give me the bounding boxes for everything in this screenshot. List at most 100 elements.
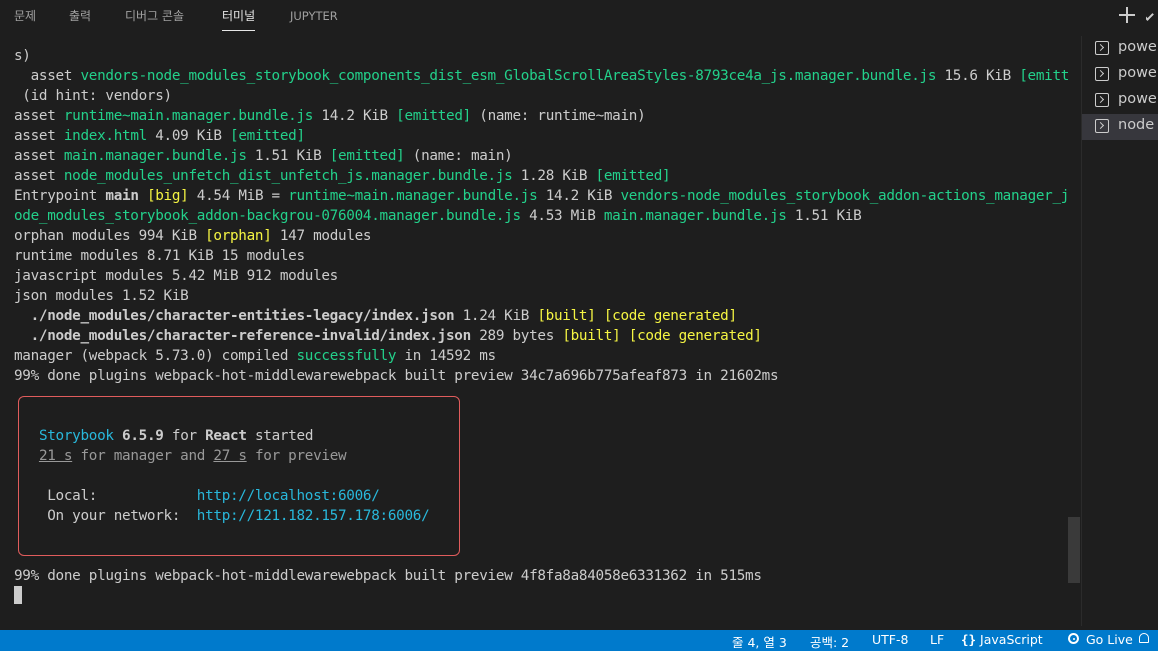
terminal-text: asset [14, 108, 64, 124]
terminal-line: ./node_modules/character-entities-legacy… [14, 306, 737, 326]
terminal-text: 4.09 KiB [146, 128, 231, 144]
terminal-text: 147 modules [271, 228, 372, 244]
terminal-text: main [105, 188, 139, 204]
terminal-line: asset node_modules_unfetch_dist_unfetch_… [14, 166, 671, 186]
terminal-icon [1095, 119, 1109, 133]
terminal-text: 99% done plugins webpack-hot-middlewarew… [14, 368, 779, 384]
terminal-line: manager (webpack 5.73.0) compiled succes… [14, 346, 496, 366]
terminal-text: (name: runtime~main) [470, 108, 646, 124]
terminal-line: ode_modules_storybook_addon-backgrou-076… [14, 206, 862, 226]
broadcast-icon [1068, 633, 1079, 644]
terminal-icon [1095, 41, 1109, 55]
terminal-text: [emitted] [595, 168, 671, 184]
terminal-cursor [14, 586, 22, 604]
terminal-text: 14.2 KiB [313, 108, 397, 124]
storybook-started-box [18, 396, 460, 556]
tab-problems[interactable]: 문제 [14, 0, 36, 34]
tab-output[interactable]: 출력 [69, 0, 91, 34]
terminal-line: s) [14, 46, 31, 66]
terminal-list-item[interactable]: power [1082, 88, 1158, 114]
terminal-text: (name: main) [404, 148, 513, 164]
terminal-line: asset vendors-node_modules_storybook_com… [14, 66, 1068, 86]
terminal-text: [code generated] [628, 328, 762, 344]
status-golive-label: Go Live [1086, 632, 1133, 647]
terminal-list-item-label: power [1118, 39, 1158, 55]
terminal-list-item[interactable]: power [1082, 36, 1158, 62]
terminal-text: json modules 1.52 KiB [14, 288, 189, 304]
terminal-text: 1.28 KiB [512, 168, 596, 184]
terminal-scrollbar[interactable] [1068, 517, 1080, 583]
terminal-text: Entrypoint [14, 188, 106, 204]
terminal-list-item-label: power [1118, 91, 1158, 107]
terminal-text: s) [14, 48, 31, 64]
terminal-text: manager (webpack 5.73.0) compiled [14, 348, 297, 364]
terminal-text: 1.24 KiB [454, 308, 538, 324]
terminal-list-item[interactable]: power [1082, 62, 1158, 88]
status-language-label: JavaScript [980, 632, 1043, 647]
status-indentation[interactable]: 공백: 2 [810, 632, 849, 651]
terminal-text: 4.54 MiB = [188, 188, 289, 204]
terminal-text: 1.51 KiB [786, 208, 862, 224]
tab-jupyter[interactable]: JUPYTER [290, 0, 338, 34]
new-terminal-plus-icon[interactable] [1116, 4, 1138, 26]
terminal-line: (id hint: vendors) [14, 86, 172, 106]
terminal-text: 1.51 KiB [246, 148, 330, 164]
terminal-text: [emitted] [1019, 68, 1068, 84]
terminal-text: main.manager.bundle.js [603, 208, 787, 224]
terminal-list: power power power node [1081, 36, 1158, 626]
tab-terminal[interactable]: 터미널 [222, 0, 256, 31]
terminal-line: runtime modules 8.71 KiB 15 modules [14, 246, 305, 266]
terminal-text: 4.53 MiB [520, 208, 604, 224]
status-cursor-position[interactable]: 줄 4, 열 3 [732, 632, 787, 651]
terminal-text: runtime~main.manager.bundle.js [288, 188, 538, 204]
terminal-text: in 14592 ms [396, 348, 496, 364]
tab-debug-console[interactable]: 디버그 콘솔 [125, 0, 184, 34]
terminal-text: javascript modules 5.42 MiB 912 modules [14, 268, 338, 284]
bell-icon[interactable] [1139, 633, 1149, 643]
status-eol[interactable]: LF [930, 632, 944, 647]
terminal-line: orphan modules 994 KiB [orphan] 147 modu… [14, 226, 372, 246]
terminal-line: json modules 1.52 KiB [14, 286, 189, 306]
terminal-text: 15.6 KiB [936, 68, 1020, 84]
terminal-list-item-label: power [1118, 65, 1158, 81]
terminal-line: asset index.html 4.09 KiB [emitted] [14, 126, 305, 146]
terminal-icon [1095, 93, 1109, 107]
terminal-line: ./node_modules/character-reference-inval… [14, 326, 762, 346]
terminal-text: ./node_modules/character-entities-legacy… [14, 308, 455, 324]
status-language[interactable]: {} JavaScript [961, 632, 1043, 647]
chevron-down-icon[interactable] [1146, 8, 1156, 22]
terminal-text: ode_modules_storybook_addon-backgrou-076… [14, 208, 521, 224]
terminal-line: 99% done plugins webpack-hot-middlewarew… [14, 566, 762, 586]
terminal-text: asset [14, 128, 64, 144]
terminal-text: ./node_modules/character-reference-inval… [14, 328, 472, 344]
terminal-line: asset runtime~main.manager.bundle.js 14.… [14, 106, 646, 126]
braces-icon: {} [961, 632, 977, 647]
terminal-line: Entrypoint main [big] 4.54 MiB = runtime… [14, 186, 1068, 206]
terminal-text: 99% done plugins webpack-hot-middlewarew… [14, 568, 762, 584]
terminal-icon [1095, 67, 1109, 81]
terminal-text: asset [14, 68, 81, 84]
terminal-text: (id hint: vendors) [14, 88, 172, 104]
terminal-text: vendors-node_modules_storybook_component… [80, 68, 937, 84]
terminal-line: javascript modules 5.42 MiB 912 modules [14, 266, 338, 286]
terminal-text: runtime~main.manager.bundle.js [63, 108, 314, 124]
terminal-line: asset main.manager.bundle.js 1.51 KiB [e… [14, 146, 513, 166]
terminal-text: asset [14, 168, 64, 184]
terminal-list-item-active[interactable]: node [1082, 114, 1158, 140]
terminal-text: [built] [562, 328, 621, 344]
terminal-text: orphan modules 994 KiB [14, 228, 206, 244]
terminal-text: asset [14, 148, 64, 164]
status-golive[interactable]: Go Live [1068, 632, 1133, 647]
terminal-text: index.html [63, 128, 147, 144]
terminal-list-item-label: node [1118, 117, 1155, 133]
panel-tab-bar: 문제 출력 디버그 콘솔 터미널 JUPYTER [0, 0, 1158, 36]
terminal-text: [code generated] [603, 308, 737, 324]
terminal-text: [built] [537, 308, 596, 324]
status-encoding[interactable]: UTF-8 [872, 632, 908, 647]
terminal-output[interactable]: s) asset vendors-node_modules_storybook_… [0, 36, 1068, 626]
terminal-text: 14.2 KiB [537, 188, 621, 204]
terminal-text: [emitted] [396, 108, 471, 124]
